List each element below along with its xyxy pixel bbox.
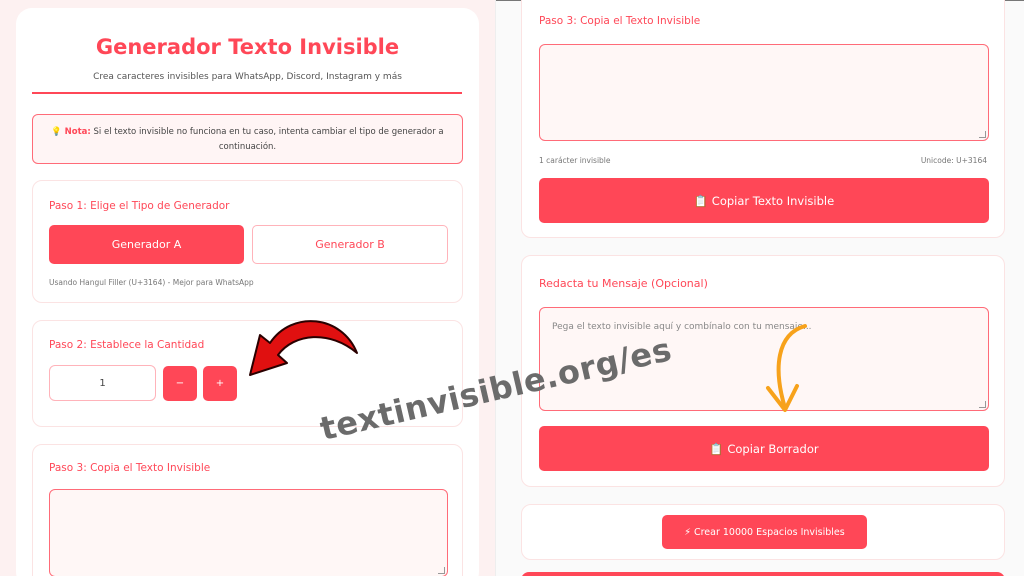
step3-label-left: Paso 3: Copia el Texto Invisible [49, 462, 211, 474]
copy-draft-button[interactable]: 📋 Copiar Borrador [539, 426, 989, 471]
left-panel: Generador Texto Invisible Crea caractere… [0, 0, 495, 576]
note-box: 💡 Nota: Si el texto invisible no funcion… [32, 114, 463, 164]
invisible-text-output-left[interactable] [49, 489, 448, 576]
char-count: 1 carácter invisible [539, 156, 611, 165]
generator-card: Generador Texto Invisible Crea caractere… [16, 8, 479, 576]
unicode-info: Unicode: U+3164 [920, 156, 987, 165]
orange-arrow-icon [766, 324, 807, 412]
create-spaces-button[interactable]: ⚡ Crear 10000 Espacios Invisibles [662, 515, 867, 549]
note-label: Nota: [64, 127, 91, 137]
note-text: Si el texto invisible no funciona en tu … [93, 127, 444, 152]
step1-label: Paso 1: Elige el Tipo de Generador [49, 200, 230, 212]
spaces-box: ⚡ Crear 10000 Espacios Invisibles [521, 504, 1005, 560]
right-panel: Paso 3: Copia el Texto Invisible 1 carác… [495, 0, 1024, 576]
lightbulb-icon: 💡 [51, 127, 62, 137]
generator-a-button[interactable]: Generador A [49, 225, 244, 264]
generator-hint: Usando Hangul Filler (U+3164) - Mejor pa… [49, 278, 254, 287]
page-title: Generador Texto Invisible [95, 35, 400, 59]
step3-box: Paso 3: Copia el Texto Invisible 1 carác… [521, 0, 1005, 238]
next-section-edge [521, 572, 1005, 576]
page-subtitle: Crea caracteres invisibles para WhatsApp… [93, 72, 402, 82]
copy-invisible-text-button[interactable]: 📋 Copiar Texto Invisible [539, 178, 989, 223]
step2-label: Paso 2: Establece la Cantidad [49, 339, 205, 351]
step1-box: Paso 1: Elige el Tipo de Generador Gener… [32, 180, 463, 303]
step3-box-left: Paso 3: Copia el Texto Invisible [32, 444, 463, 576]
decrement-button[interactable]: − [163, 366, 197, 401]
invisible-text-output[interactable] [539, 44, 989, 141]
compose-label: Redacta tu Mensaje (Opcional) [539, 277, 708, 290]
red-arrow-icon [249, 320, 358, 376]
generator-b-button[interactable]: Generador B [252, 225, 448, 264]
header-divider [32, 92, 462, 94]
quantity-input[interactable]: 1 [49, 365, 156, 401]
step3-label: Paso 3: Copia el Texto Invisible [539, 15, 701, 27]
